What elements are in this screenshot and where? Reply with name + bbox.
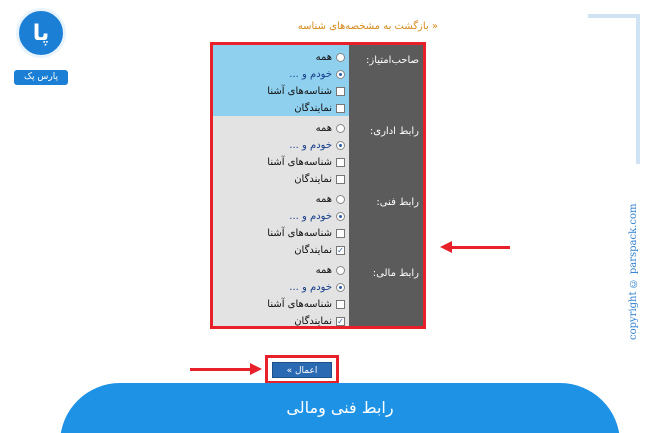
- radio-option[interactable]: همه: [316, 191, 345, 207]
- checkbox[interactable]: ✓: [336, 316, 345, 326]
- option-label: شناسه‌های آشنا: [267, 85, 332, 97]
- panel-section: رابط فنی: همه خودم و ... شناسه‌های آشنا ✓ نما…: [213, 187, 423, 258]
- radio-button[interactable]: [336, 69, 345, 79]
- radio-option[interactable]: خودم و ...: [289, 137, 345, 153]
- checkbox-option[interactable]: نمایندگان: [294, 171, 345, 187]
- radio-option[interactable]: خودم و ...: [289, 279, 345, 295]
- checkbox[interactable]: [336, 86, 345, 96]
- checkbox-option[interactable]: ✓ نمایندگان: [294, 242, 345, 258]
- option-label: خودم و ...: [289, 281, 332, 293]
- option-label: همه: [315, 122, 332, 134]
- back-to-identifier-link[interactable]: « بازگشت به مشخصه‌های شناسه: [238, 21, 438, 32]
- option-label: شناسه‌های آشنا: [267, 227, 332, 239]
- logo-text: پارس پک: [14, 70, 68, 85]
- option-label: همه: [315, 264, 332, 276]
- option-label: نمایندگان: [294, 173, 332, 185]
- radio-option[interactable]: خودم و ...: [289, 208, 345, 224]
- checkbox[interactable]: [336, 228, 345, 238]
- checkbox[interactable]: [336, 103, 345, 113]
- radio-button[interactable]: [336, 123, 345, 133]
- section-label-area: صاحب‌امتیاز:: [349, 45, 423, 116]
- option-label: شناسه‌های آشنا: [267, 298, 332, 310]
- panel-section: رابط مالی: همه خودم و ... شناسه‌های آشنا ✓ نم…: [213, 258, 423, 327]
- radio-option[interactable]: همه: [316, 262, 345, 278]
- panel-section: صاحب‌امتیاز: همه خودم و ... شناسه‌های آشنا ن…: [213, 45, 423, 116]
- checkbox-option[interactable]: ✓ نمایندگان: [294, 313, 345, 327]
- option-label: نمایندگان: [294, 244, 332, 256]
- checkbox-option[interactable]: شناسه‌های آشنا: [267, 154, 345, 170]
- radio-button[interactable]: [336, 211, 345, 221]
- section-label-area: رابط اداری:: [349, 116, 423, 187]
- checkbox-option[interactable]: نمایندگان: [294, 100, 345, 116]
- logo-mark: پا: [16, 8, 66, 58]
- annotation-arrow: [448, 246, 510, 249]
- radio-option[interactable]: همه: [316, 49, 345, 65]
- annotation-arrow: [190, 368, 252, 371]
- option-label: خودم و ...: [289, 68, 332, 80]
- radio-button[interactable]: [336, 265, 345, 275]
- checkbox[interactable]: [336, 299, 345, 309]
- radio-option[interactable]: خودم و ...: [289, 66, 345, 82]
- radio-button[interactable]: [336, 52, 345, 62]
- option-label: نمایندگان: [294, 102, 332, 114]
- apply-button[interactable]: اعمال »: [272, 362, 332, 378]
- decorative-line: [636, 14, 640, 164]
- checkbox-option[interactable]: شناسه‌های آشنا: [267, 225, 345, 241]
- radio-button[interactable]: [336, 282, 345, 292]
- annotation-arrow-head: [250, 363, 262, 375]
- section-label-area: رابط فنی:: [349, 187, 423, 258]
- section-label-area: رابط مالی:: [349, 258, 423, 326]
- section-label: رابط اداری:: [369, 126, 419, 137]
- radio-button[interactable]: [336, 194, 345, 204]
- section-label: رابط فنی:: [376, 197, 419, 208]
- checkbox[interactable]: ✓: [336, 245, 345, 255]
- banner-title: رابط فنی ومالی: [286, 398, 394, 417]
- apply-button-highlight: اعمال »: [265, 355, 339, 384]
- checkbox[interactable]: [336, 174, 345, 184]
- radio-option[interactable]: همه: [316, 120, 345, 136]
- checkbox-option[interactable]: شناسه‌های آشنا: [267, 296, 345, 312]
- option-label: همه: [315, 193, 332, 205]
- section-label: صاحب‌امتیاز:: [366, 55, 419, 66]
- panel-section: رابط اداری: همه خودم و ... شناسه‌های آشنا نم…: [213, 116, 423, 187]
- section-label: رابط مالی:: [372, 268, 419, 279]
- annotation-arrow-head: [440, 241, 452, 253]
- option-label: همه: [315, 51, 332, 63]
- contact-settings-panel: صاحب‌امتیاز: همه خودم و ... شناسه‌های آشنا ن…: [210, 42, 426, 329]
- copyright-text: copyright © parspack.com: [628, 203, 639, 340]
- checkbox[interactable]: [336, 157, 345, 167]
- option-label: نمایندگان: [294, 315, 332, 327]
- screenshot-stage: پا پارس پک copyright © parspack.com « با…: [0, 0, 650, 433]
- parspack-logo: پا پارس پک: [12, 8, 70, 85]
- decorative-line: [588, 14, 640, 18]
- option-label: شناسه‌های آشنا: [267, 156, 332, 168]
- option-label: خودم و ...: [289, 139, 332, 151]
- option-label: خودم و ...: [289, 210, 332, 222]
- checkbox-option[interactable]: شناسه‌های آشنا: [267, 83, 345, 99]
- radio-button[interactable]: [336, 140, 345, 150]
